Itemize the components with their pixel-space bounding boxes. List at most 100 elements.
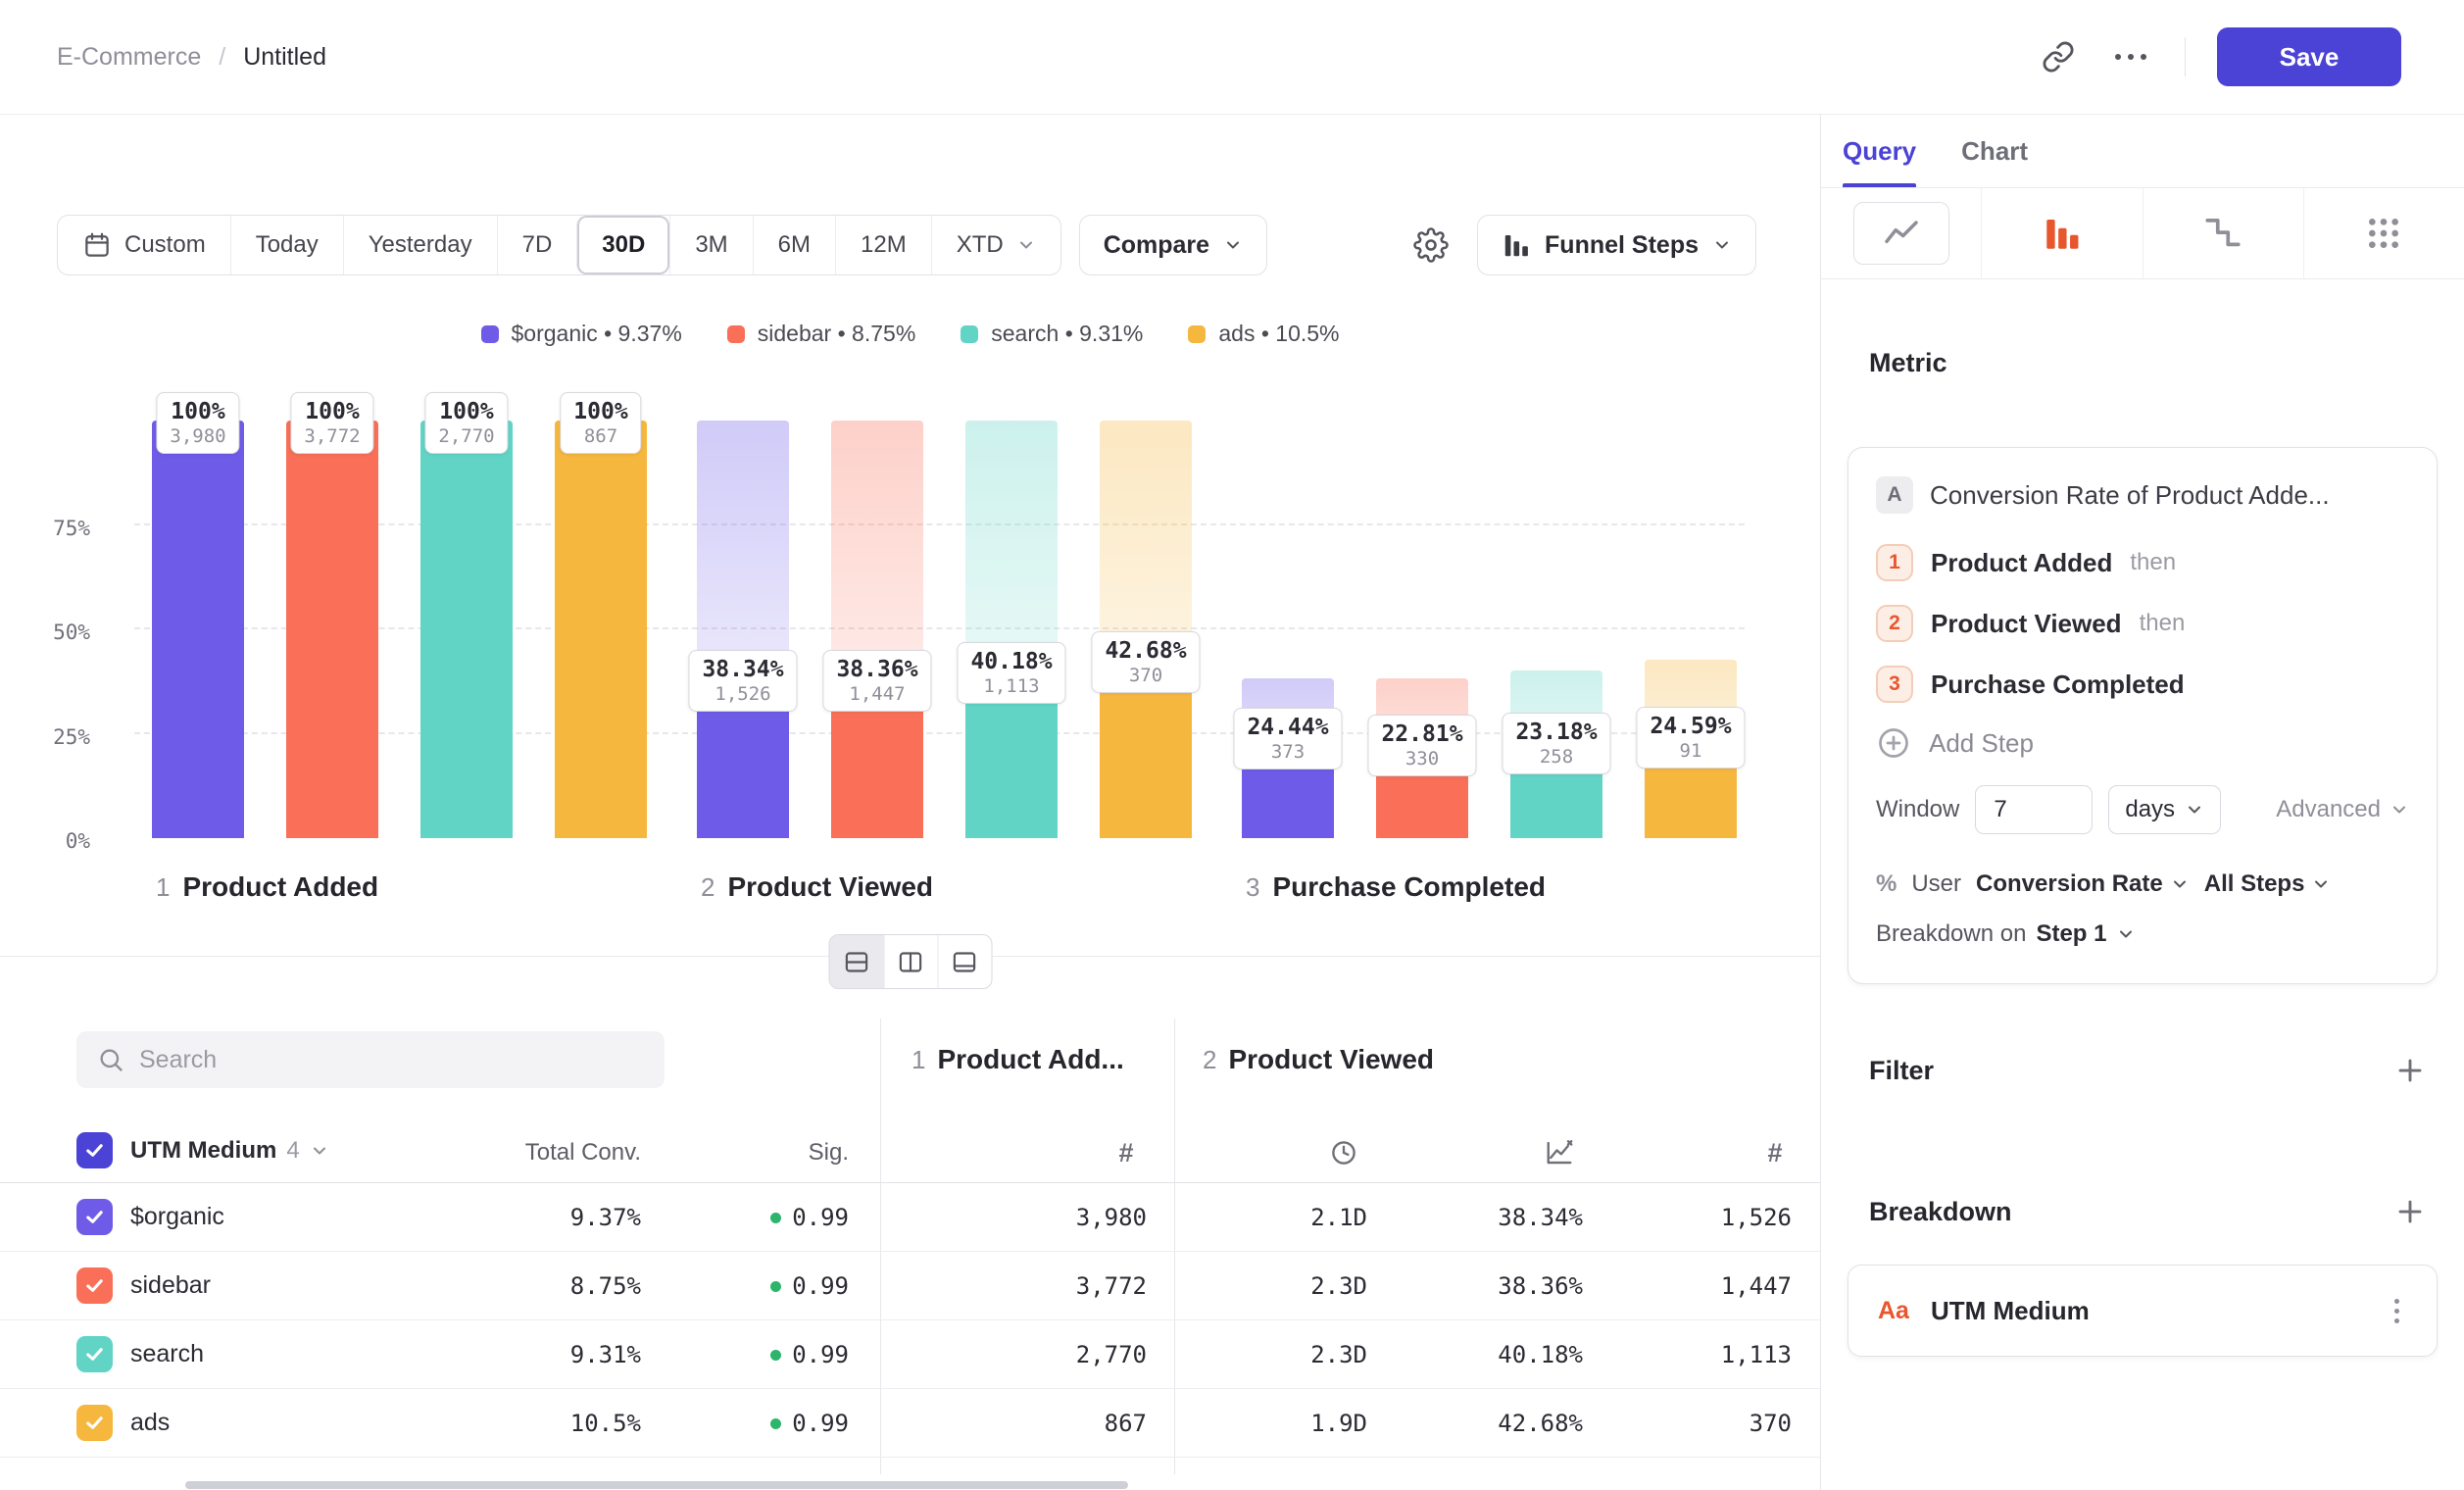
funnel-bar[interactable]: 24.59%91 — [1645, 421, 1737, 838]
row-checkbox[interactable] — [76, 1336, 113, 1372]
significance-dot — [770, 1418, 781, 1429]
chart-legend: $organic • 9.37% sidebar • 8.75% search … — [0, 321, 1820, 347]
funnel-bar[interactable]: 40.18%1,113 — [965, 421, 1058, 838]
add-step-button[interactable]: Add Step — [1876, 715, 2409, 771]
step2-conv-value: 38.36% — [1498, 1272, 1583, 1300]
chart-type-retention-tab[interactable] — [2143, 188, 2303, 278]
window-value-input[interactable] — [1975, 785, 2093, 834]
row-checkbox[interactable] — [76, 1199, 113, 1235]
steps-scope-label: All Steps — [2204, 870, 2305, 898]
date-range-7d[interactable]: 7D — [497, 216, 577, 274]
funnel-step-row-1[interactable]: 1 Product Added then — [1876, 532, 2409, 593]
date-range-12m[interactable]: 12M — [835, 216, 931, 274]
table-row[interactable]: sidebar 8.75% 0.99 3,772 2.3D 38.36% 1,4… — [0, 1252, 1820, 1320]
legend-swatch — [961, 325, 978, 343]
avg-time-value: 2.3D — [1310, 1272, 1367, 1300]
chevron-down-icon — [1712, 235, 1732, 255]
count-column-hash-icon: # — [1757, 1135, 1793, 1170]
row-name: ads — [130, 1409, 170, 1437]
step-event-name: Product Added — [1931, 548, 2112, 578]
date-range-3m[interactable]: 3M — [669, 216, 752, 274]
legend-item[interactable]: ads • 10.5% — [1188, 321, 1339, 347]
total-conv-value: 10.5% — [570, 1410, 641, 1437]
breakdown-on-step-select[interactable]: Breakdown on Step 1 — [1876, 911, 2409, 958]
funnel-step-group-2: 38.34%1,526 38.36%1,447 40.18%1,113 42.68%3… — [697, 421, 1192, 838]
breadcrumb-section[interactable]: E-Commerce — [57, 43, 201, 72]
chart-settings-gear-icon[interactable] — [1403, 217, 1459, 273]
legend-item[interactable]: search • 9.31% — [961, 321, 1143, 347]
funnel-bar[interactable]: 38.36%1,447 — [831, 421, 923, 838]
funnel-step-row-3[interactable]: 3 Purchase Completed — [1876, 654, 2409, 715]
measurement-select[interactable]: Conversion Rate — [1976, 870, 2190, 898]
window-unit-select[interactable]: days — [2108, 785, 2221, 834]
breakdown-column-header[interactable]: UTM Medium 4 — [130, 1137, 329, 1165]
total-conv-column-header[interactable]: Total Conv. — [525, 1139, 641, 1167]
funnel-bar[interactable]: 42.68%370 — [1100, 421, 1192, 838]
chart-type-selector[interactable]: Funnel Steps — [1477, 215, 1756, 275]
funnel-bar[interactable]: 22.81%330 — [1376, 421, 1468, 838]
legend-item[interactable]: $organic • 9.37% — [481, 321, 682, 347]
funnel-bar[interactable]: 100%3,772 — [286, 421, 378, 838]
top-bar: E-Commerce / Untitled Save — [0, 0, 2464, 115]
funnel-step-group-3: 24.44%373 22.81%330 23.18%258 24.59%91 — [1242, 421, 1737, 838]
table-row[interactable]: search 9.31% 0.99 2,770 2.3D 40.18% 1,11… — [0, 1320, 1820, 1389]
add-filter-button[interactable] — [2392, 1053, 2428, 1088]
add-breakdown-button[interactable] — [2392, 1194, 2428, 1229]
compare-button[interactable]: Compare — [1079, 215, 1267, 275]
layout-bottom-panel-icon[interactable] — [937, 935, 991, 988]
row-name: $organic — [130, 1203, 224, 1231]
search-input[interactable] — [139, 1046, 644, 1074]
chevron-down-icon — [2311, 874, 2331, 894]
funnel-bar[interactable]: 100%867 — [555, 421, 647, 838]
measurement-label: Conversion Rate — [1976, 870, 2163, 898]
table-row[interactable]: ads 10.5% 0.99 867 1.9D 42.68% 370 — [0, 1389, 1820, 1458]
legend-item[interactable]: sidebar • 8.75% — [727, 321, 915, 347]
funnel-bar[interactable]: 100%2,770 — [420, 421, 513, 838]
layout-split-vertical-icon[interactable] — [883, 935, 937, 988]
funnel-bar-value-label: 100%867 — [560, 392, 641, 454]
breakdown-section-header: Breakdown — [1869, 1194, 2428, 1229]
sig-value: 0.99 — [770, 1341, 849, 1368]
sig-column-header[interactable]: Sig. — [809, 1139, 849, 1167]
funnel-bar-solid — [286, 421, 378, 838]
date-range-custom[interactable]: Custom — [58, 216, 230, 274]
save-button[interactable]: Save — [2217, 27, 2401, 86]
funnel-step-row-2[interactable]: 2 Product Viewed then — [1876, 593, 2409, 654]
tab-chart[interactable]: Chart — [1961, 115, 2028, 187]
share-link-icon[interactable] — [2036, 34, 2081, 79]
chart-type-line-tab[interactable] — [1821, 188, 1981, 278]
date-range-30d-active[interactable]: 30D — [576, 216, 669, 274]
layout-split-horizontal-icon[interactable] — [829, 935, 883, 988]
select-all-checkbox[interactable] — [76, 1132, 113, 1168]
funnel-bar-value-label: 40.18%1,113 — [957, 642, 1065, 704]
step-number: 1 — [912, 1045, 925, 1075]
steps-scope-select[interactable]: All Steps — [2204, 870, 2332, 898]
line-chart-icon — [1853, 202, 1949, 265]
date-range-yesterday[interactable]: Yesterday — [343, 216, 497, 274]
row-checkbox[interactable] — [76, 1267, 113, 1304]
chart-type-more-tab[interactable] — [2303, 188, 2464, 278]
legend-label: $organic • 9.37% — [512, 321, 682, 347]
advanced-options-button[interactable]: Advanced — [2276, 796, 2409, 823]
horizontal-scrollbar[interactable] — [185, 1481, 1128, 1489]
funnel-bar[interactable]: 24.44%373 — [1242, 421, 1334, 838]
row-checkbox[interactable] — [76, 1405, 113, 1441]
more-options-icon[interactable] — [2108, 34, 2153, 79]
funnel-bar[interactable]: 38.34%1,526 — [697, 421, 789, 838]
chevron-down-icon — [2185, 800, 2204, 820]
funnel-bar[interactable]: 100%3,980 — [152, 421, 244, 838]
date-range-xtd[interactable]: XTD — [931, 216, 1060, 274]
date-range-today[interactable]: Today — [230, 216, 343, 274]
chart-type-funnel-tab-active[interactable] — [1981, 188, 2142, 278]
breakdown-property-card[interactable]: Aa UTM Medium — [1848, 1265, 2438, 1357]
kebab-menu-icon[interactable] — [2387, 1291, 2407, 1331]
date-range-6m[interactable]: 6M — [753, 216, 835, 274]
funnel-y-axis: 0%25%50%75% — [0, 421, 125, 838]
step-name: Product Add... — [937, 1044, 1123, 1075]
table-group-header-step2: 2 Product Viewed — [1203, 1044, 1434, 1075]
tab-query[interactable]: Query — [1843, 115, 1916, 187]
table-row[interactable]: $organic 9.37% 0.99 3,980 2.1D 38.34% 1,… — [0, 1183, 1820, 1252]
metric-heading: Metric — [1869, 348, 2438, 378]
funnel-bar[interactable]: 23.18%258 — [1510, 421, 1602, 838]
breadcrumb-title[interactable]: Untitled — [243, 43, 326, 72]
